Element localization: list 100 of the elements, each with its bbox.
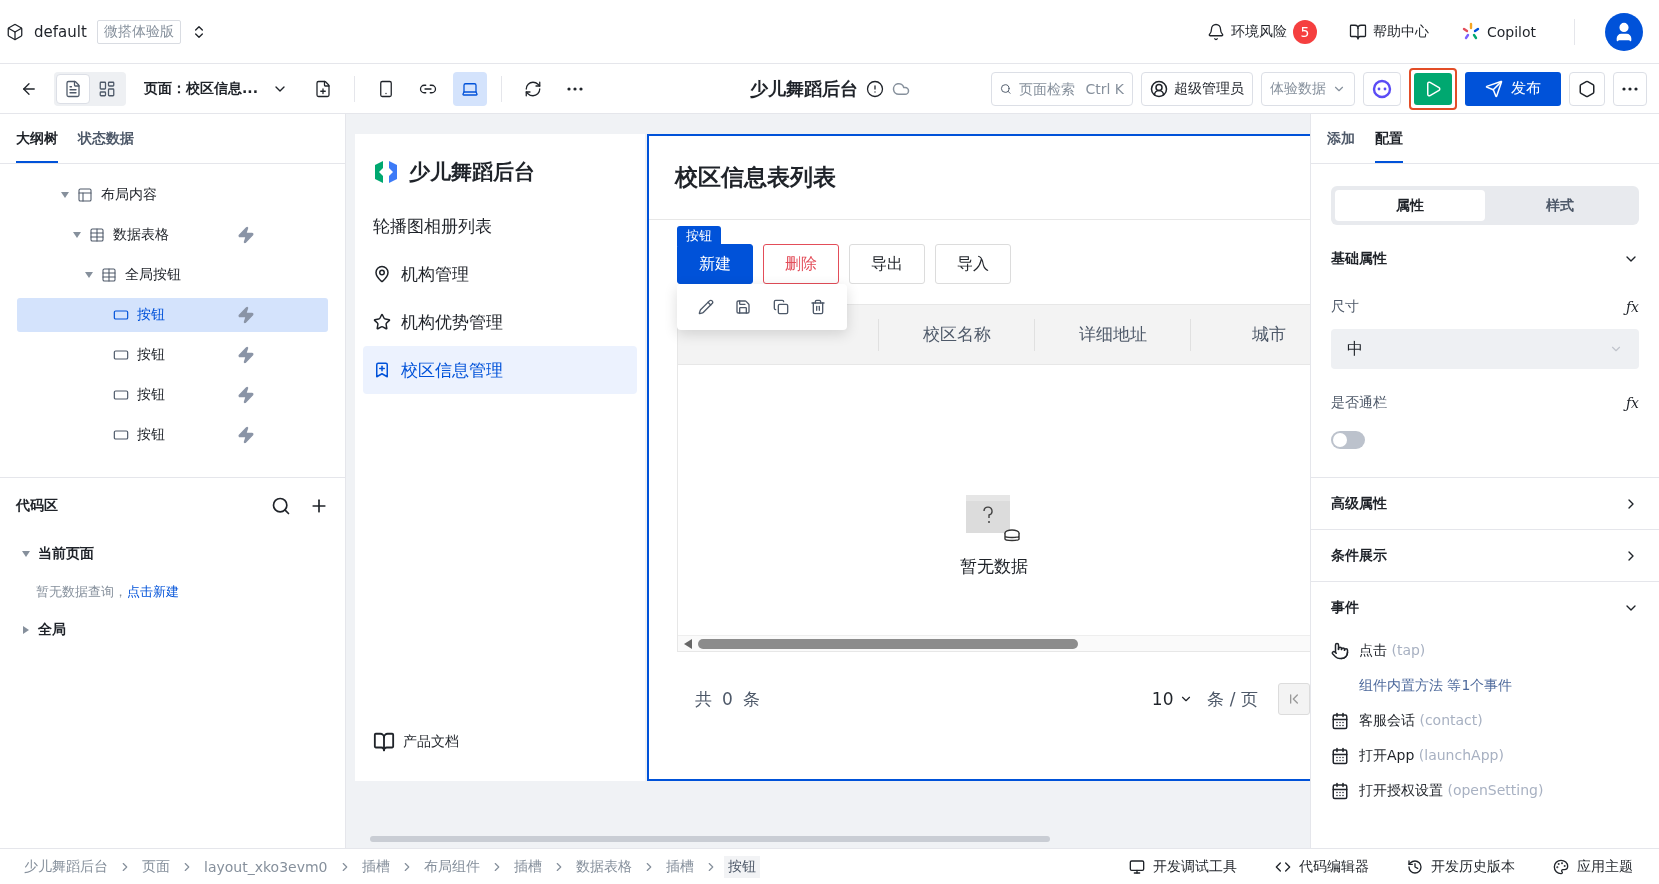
tree-label: 按钮 bbox=[137, 306, 165, 324]
file-plus-icon bbox=[313, 79, 332, 98]
panel-tab[interactable]: 状态数据 bbox=[78, 130, 134, 163]
book-icon bbox=[373, 731, 395, 753]
tree-item[interactable]: 全局按钮 bbox=[17, 258, 328, 292]
caret-down-icon bbox=[61, 191, 69, 199]
page-icon bbox=[64, 79, 82, 98]
cube-icon bbox=[6, 22, 24, 41]
tool-button[interactable]: 开发历史版本 bbox=[1401, 856, 1521, 877]
page-size-unit: 条 / 页 bbox=[1207, 687, 1258, 711]
section-header[interactable]: 基础属性 bbox=[1311, 233, 1659, 285]
event-item[interactable]: 客服会话 (contact) bbox=[1311, 703, 1659, 738]
book-icon[interactable] bbox=[1348, 22, 1367, 41]
edition-tag: 微搭体验版 bbox=[96, 19, 181, 44]
search-field[interactable]: 页面检索 bbox=[1017, 79, 1080, 98]
size-select[interactable]: 中 bbox=[1331, 329, 1639, 369]
panel-tab[interactable]: 添加 bbox=[1327, 130, 1355, 163]
panel-tab[interactable]: 大纲树 bbox=[16, 130, 58, 163]
button-icon bbox=[113, 387, 129, 403]
assistant-button[interactable] bbox=[1363, 71, 1401, 106]
refresh-icon bbox=[523, 79, 542, 98]
device-toggle[interactable] bbox=[452, 71, 487, 106]
event-item[interactable]: 点击 (tap) bbox=[1311, 633, 1659, 668]
calendar-icon bbox=[1331, 711, 1349, 730]
page-title: 校区信息表列表 bbox=[649, 136, 1310, 220]
copy-icon[interactable] bbox=[772, 299, 789, 315]
edit-icon[interactable] bbox=[697, 299, 714, 315]
settings-icon bbox=[1578, 79, 1596, 98]
app-title: 少儿舞蹈后台 bbox=[749, 76, 858, 101]
section-header[interactable]: 事件 bbox=[1311, 581, 1659, 633]
arrow-left-icon[interactable] bbox=[684, 638, 692, 649]
action-button[interactable]: 导入 bbox=[935, 244, 1011, 284]
segment-tab[interactable]: 属性 bbox=[1335, 190, 1485, 221]
user-icon bbox=[1150, 79, 1168, 98]
send-icon bbox=[1485, 79, 1503, 98]
pointer-icon bbox=[1331, 641, 1349, 660]
page-select[interactable]: 页面：校区信息... bbox=[134, 79, 298, 98]
tree-item[interactable]: 按钮 bbox=[17, 378, 328, 412]
caret-down-icon bbox=[73, 231, 81, 239]
formula-button[interactable]: ƒx bbox=[1625, 395, 1639, 411]
copilot-logo-icon bbox=[1460, 21, 1481, 42]
tool-button[interactable]: 代码编辑器 bbox=[1269, 856, 1375, 877]
tree-item[interactable]: 布局内容 bbox=[17, 178, 328, 212]
create-link[interactable]: 点击新建 bbox=[127, 583, 179, 601]
tree-label: 全局按钮 bbox=[125, 266, 181, 284]
total-label: 共 bbox=[695, 687, 712, 711]
map-pin-icon bbox=[373, 265, 391, 283]
segment-tab[interactable]: 样式 bbox=[1485, 190, 1635, 221]
event-item[interactable]: 打开授权设置 (openSetting) bbox=[1311, 773, 1659, 808]
tree-item[interactable]: 按钮 bbox=[17, 338, 328, 372]
publish-button[interactable]: 发布 bbox=[1465, 71, 1561, 106]
more-icon bbox=[566, 86, 583, 91]
tool-button[interactable]: 开发调试工具 bbox=[1123, 856, 1243, 877]
save-icon[interactable] bbox=[735, 299, 752, 315]
button-icon bbox=[113, 307, 129, 323]
toggle-switch[interactable] bbox=[1331, 431, 1365, 449]
view-toggle[interactable] bbox=[56, 73, 90, 104]
event-detail: 组件内置方法 等1个事件 bbox=[1359, 676, 1513, 695]
empty-text: 暂无数据 bbox=[960, 554, 1028, 578]
action-button[interactable]: 导出 bbox=[849, 244, 925, 284]
project-name: default bbox=[34, 22, 87, 41]
action-button[interactable]: 新建 bbox=[677, 244, 753, 284]
tree-item[interactable]: 按钮 bbox=[17, 298, 328, 332]
layout-icon bbox=[98, 79, 116, 98]
event-item[interactable]: 打开App (launchApp) bbox=[1311, 738, 1659, 773]
group-item[interactable]: 全局 bbox=[0, 610, 345, 650]
formula-button[interactable]: ƒx bbox=[1625, 299, 1639, 315]
history-icon bbox=[1407, 858, 1423, 875]
action-button[interactable]: 删除 bbox=[763, 244, 839, 284]
button-icon bbox=[113, 347, 129, 363]
total-count: 0 bbox=[722, 689, 733, 709]
delete-icon[interactable] bbox=[810, 299, 827, 315]
table-icon bbox=[89, 227, 105, 243]
section-header[interactable]: 高级属性 bbox=[1311, 477, 1659, 529]
tree-item[interactable]: 按钮 bbox=[17, 418, 328, 452]
panel-tab[interactable]: 配置 bbox=[1375, 130, 1403, 163]
logo-icon bbox=[373, 161, 399, 183]
section-header[interactable]: 条件展示 bbox=[1311, 529, 1659, 581]
tool-button[interactable]: 应用主题 bbox=[1547, 856, 1639, 877]
nav-item[interactable]: 轮播图相册列表 bbox=[363, 202, 637, 250]
column-header: 校区名称 bbox=[878, 318, 1034, 351]
settings-button[interactable] bbox=[1569, 71, 1605, 106]
selection-tag: 按钮 bbox=[677, 226, 721, 246]
tree-label: 数据表格 bbox=[113, 226, 169, 244]
role-button[interactable]: 超级管理员 bbox=[1141, 71, 1253, 106]
search-icon[interactable] bbox=[271, 496, 291, 516]
group-item[interactable]: 当前页面 bbox=[0, 534, 345, 574]
nav-item[interactable]: 校区信息管理 bbox=[363, 346, 637, 394]
bell-icon[interactable] bbox=[1206, 22, 1225, 41]
user-avatar[interactable] bbox=[1605, 12, 1643, 51]
nav-item[interactable]: 机构管理 bbox=[363, 250, 637, 298]
nav-item[interactable]: 机构优势管理 bbox=[363, 298, 637, 346]
tree-label: 按钮 bbox=[137, 346, 165, 364]
tree-label: 布局内容 bbox=[101, 186, 157, 204]
empty-text: 暂无数据查询， bbox=[36, 583, 127, 601]
tree-item[interactable]: 数据表格 bbox=[17, 218, 328, 252]
breadcrumb-link[interactable]: 按钮 bbox=[723, 855, 760, 878]
bookmark-icon bbox=[373, 361, 391, 379]
scrollbar-thumb[interactable] bbox=[698, 638, 1078, 649]
more-icon bbox=[1622, 86, 1638, 91]
